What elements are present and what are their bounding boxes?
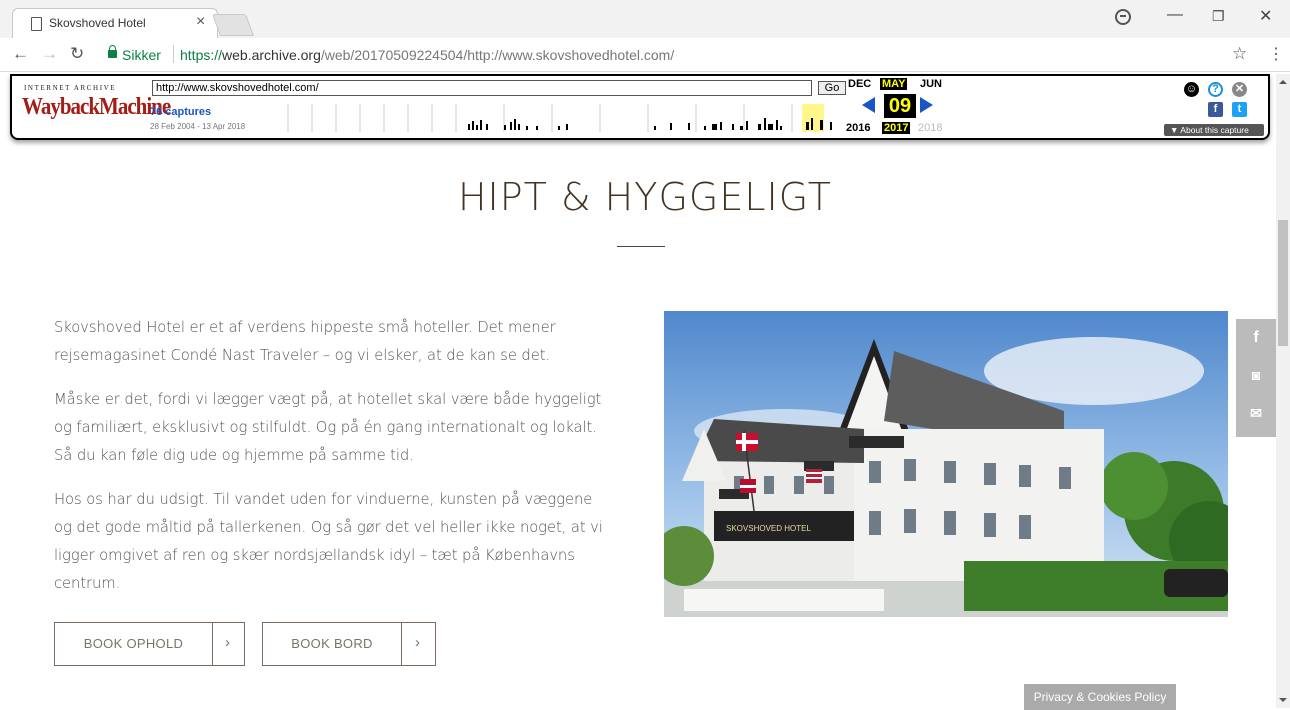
close-icon[interactable]: ✕ [1232,82,1247,97]
next-capture-arrow-icon[interactable] [920,97,933,113]
wayback-url-input[interactable]: http://www.skovshovedhotel.com/ [152,80,812,96]
month-next[interactable]: JUN [920,78,942,90]
twitter-icon[interactable]: t [1232,102,1247,117]
capture-histogram[interactable] [262,104,842,132]
divider [173,45,174,63]
restore-icon[interactable]: ❐ [1212,8,1225,25]
chevron-right-icon: › [225,634,230,651]
back-icon[interactable]: ← [12,44,29,64]
tab-strip: Skovshoved Hotel × — ❐ ✕ [0,0,1290,38]
hotel-photo: SKOVSHOVED HOTEL [664,311,1228,617]
year-prev[interactable]: 2016 [846,122,870,134]
paragraph-2: Måske er det, fordi vi lægger vægt på, a… [54,391,602,464]
email-icon[interactable]: ✉ [1236,405,1276,422]
minimize-icon[interactable]: — [1167,6,1183,24]
book-stay-label: BOOK OPHOLD [83,636,184,651]
close-icon[interactable]: × [196,13,205,31]
paragraph-1: Skovshoved Hotel er et af verdens hippes… [54,319,556,364]
chevron-right-icon: › [415,634,420,651]
address-bar[interactable]: Sikker https://web.archive.org/web/20170… [98,42,1248,68]
button-divider [401,623,402,665]
go-button[interactable]: Go [818,81,846,95]
headline-divider [617,246,665,247]
facebook-icon[interactable]: f [1208,102,1223,117]
book-table-button[interactable]: BOOK BORD › [262,622,436,666]
year-next: 2018 [918,122,943,134]
url-scheme: https:// [180,47,223,63]
bookmark-star-icon[interactable]: ☆ [1232,44,1247,64]
prev-capture-arrow-icon[interactable] [862,97,875,113]
internet-archive-label: INTERNET ARCHIVE [24,84,117,92]
scroll-down-icon[interactable] [1279,698,1287,702]
secure-label: Sikker [122,47,161,63]
menu-icon[interactable]: ⋮ [1268,44,1284,64]
intro-text: Skovshoved Hotel er et af verdens hippes… [54,314,614,614]
year-current: 2017 [882,122,911,134]
hotel-sign: SKOVSHOVED HOTEL [726,524,811,533]
url-host: web.archive.org [222,47,321,63]
instagram-icon[interactable]: ◙ [1236,367,1276,383]
privacy-policy-button[interactable]: Privacy & Cookies Policy [1024,684,1176,710]
scrollbar[interactable] [1276,74,1290,708]
scroll-thumb[interactable] [1278,220,1288,346]
forward-icon[interactable]: → [41,44,58,64]
page-icon [31,17,42,31]
wayback-toolbar: INTERNET ARCHIVE WaybackMachine http://w… [10,74,1270,140]
scroll-up-icon[interactable] [1279,80,1287,84]
wayback-icons: ☺ ? ✕ f t [1180,82,1260,122]
help-icon[interactable]: ? [1208,82,1223,97]
url-text[interactable]: https://web.archive.org/web/201705092245… [180,47,674,63]
month-prev[interactable]: DEC [848,78,871,90]
button-divider [212,623,213,665]
paragraph-3: Hos os har du udsigt. Til vandet uden fo… [54,491,603,592]
social-sidebar: f ◙ ✉ [1236,319,1276,437]
facebook-icon[interactable]: f [1236,329,1276,347]
book-stay-button[interactable]: BOOK OPHOLD › [54,622,245,666]
capture-day: 09 [884,94,916,118]
new-tab-button[interactable] [211,14,255,36]
book-table-label: BOOK BORD [291,636,373,651]
capture-date-range: 28 Feb 2004 - 13 Apr 2018 [150,122,246,131]
page-headline: HIPT & HYGGELIGT [457,175,833,219]
lock-icon [108,45,117,58]
about-capture-button[interactable]: ▼ About this capture [1164,124,1264,136]
profile-icon[interactable] [1115,9,1131,25]
tab-title: Skovshoved Hotel [49,16,146,30]
reload-icon[interactable]: ↻ [70,44,84,64]
month-current: MAY [880,78,908,90]
captures-link[interactable]: 76 captures [150,106,211,118]
wayback-logo[interactable]: WaybackMachine [22,92,171,121]
browser-tab[interactable]: Skovshoved Hotel × [12,8,218,38]
close-window-icon[interactable]: ✕ [1259,6,1272,26]
url-path: /web/20170509224504/http://www.skovshove… [320,47,675,63]
browser-toolbar: ← → ↻ Sikker https://web.archive.org/web… [0,38,1290,72]
user-icon[interactable]: ☺ [1184,82,1199,97]
